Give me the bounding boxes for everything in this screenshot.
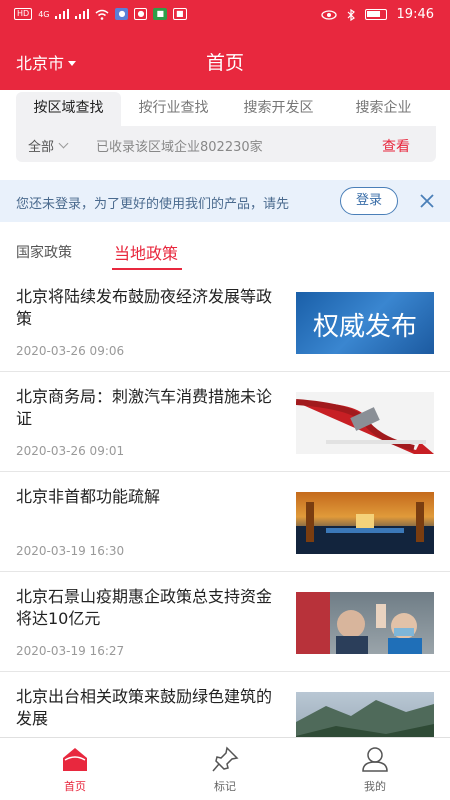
- active-tab-indicator: [112, 268, 182, 270]
- thumbnail-caption: 权威发布: [312, 312, 417, 342]
- login-prompt-text: 您还未登录，为了更好的使用我们的产品，请先: [16, 197, 290, 212]
- scope-dropdown[interactable]: 全部: [28, 136, 69, 155]
- policy-tabs: 国家政策 当地政策: [0, 232, 450, 272]
- status-bar: HD 4G ● ● ■ ■ 19:46: [0, 0, 450, 32]
- news-item[interactable]: 北京将陆续发布鼓励夜经济发展等政策 2020-03-26 09:06 权威发布: [0, 272, 450, 372]
- tab-profile-label: 我的: [364, 780, 386, 793]
- tab-bookmark-label: 标记: [214, 780, 236, 793]
- news-item[interactable]: 北京商务局：刺激汽车消费措施未论证 2020-03-26 09:01: [0, 372, 450, 472]
- app-header: 北京市 首页: [0, 32, 450, 90]
- network-label: 4G: [38, 9, 50, 19]
- news-thumbnail: [296, 492, 434, 554]
- region-search-row: 全部 已收录该区域企业802230家 查看: [16, 126, 436, 162]
- news-item[interactable]: 北京石景山疫期惠企政策总支持资金将达10亿元 2020-03-19 16:27: [0, 572, 450, 672]
- news-title: 北京出台相关政策来鼓励绿色建筑的发展: [16, 687, 273, 728]
- status-left: HD 4G ● ● ■ ■: [14, 8, 187, 20]
- tab-search-company[interactable]: 搜索企业: [331, 92, 436, 126]
- news-title: 北京商务局：刺激汽车消费措施未论证: [16, 387, 273, 428]
- bottom-tab-bar: 首页 标记 我的: [0, 737, 450, 800]
- app-notification-icon-3: ■: [153, 8, 168, 20]
- news-thumbnail: [296, 392, 434, 454]
- chevron-down-icon: [58, 138, 69, 149]
- app-notification-icon-2: ●: [134, 8, 148, 20]
- news-title: 北京非首都功能疏解: [16, 487, 161, 506]
- news-date: 2020-03-26 09:06: [16, 344, 125, 358]
- login-button[interactable]: 登录: [340, 187, 398, 215]
- tab-profile[interactable]: 我的: [300, 738, 450, 800]
- news-thumbnail: 权威发布: [296, 292, 434, 354]
- app-notification-icon-4: ■: [173, 8, 187, 20]
- tab-by-industry[interactable]: 按行业查找: [121, 92, 226, 126]
- tab-bookmark[interactable]: 标记: [150, 738, 300, 800]
- signal-icon: [55, 9, 70, 19]
- news-date: 2020-03-19 16:30: [16, 544, 125, 558]
- news-item[interactable]: 北京非首都功能疏解 2020-03-19 16:30: [0, 472, 450, 572]
- pin-icon: [212, 746, 239, 772]
- tab-local-policy[interactable]: 当地政策: [114, 240, 178, 264]
- bluetooth-icon: [347, 8, 355, 21]
- close-icon[interactable]: [418, 192, 436, 210]
- tab-home[interactable]: 首页: [0, 738, 150, 800]
- hd-badge: HD: [14, 8, 33, 20]
- battery-icon: [364, 9, 387, 20]
- search-tabs: 按区域查找 按行业查找 搜索开发区 搜索企业: [16, 92, 436, 126]
- tab-by-region[interactable]: 按区域查找: [16, 92, 121, 126]
- news-date: 2020-03-26 09:01: [16, 444, 125, 458]
- clock: 19:46: [396, 7, 434, 22]
- wifi-icon: [96, 9, 109, 20]
- news-title: 北京将陆续发布鼓励夜经济发展等政策: [16, 287, 273, 328]
- signal-icon-2: [75, 9, 90, 19]
- scope-label: 全部: [28, 140, 55, 155]
- news-title: 北京石景山疫期惠企政策总支持资金将达10亿元: [16, 587, 273, 628]
- login-prompt-bar: 您还未登录，为了更好的使用我们的产品，请先 登录: [0, 180, 450, 222]
- view-button[interactable]: 查看: [382, 136, 410, 156]
- news-thumbnail: [296, 592, 434, 654]
- tab-search-zone[interactable]: 搜索开发区: [226, 92, 331, 126]
- tab-home-label: 首页: [64, 780, 86, 793]
- tab-national-policy[interactable]: 国家政策: [16, 242, 72, 262]
- home-icon: [63, 748, 87, 771]
- news-date: 2020-03-19 16:27: [16, 644, 125, 658]
- status-right: 19:46: [320, 7, 434, 22]
- eye-icon: [320, 9, 337, 20]
- page-title: 首页: [205, 52, 244, 74]
- user-icon: [362, 747, 388, 772]
- news-list: 北京将陆续发布鼓励夜经济发展等政策 2020-03-26 09:06 权威发布 …: [0, 272, 450, 772]
- app-notification-icon: ●: [115, 8, 129, 20]
- company-count-text: 已收录该区域企业802230家: [96, 140, 263, 155]
